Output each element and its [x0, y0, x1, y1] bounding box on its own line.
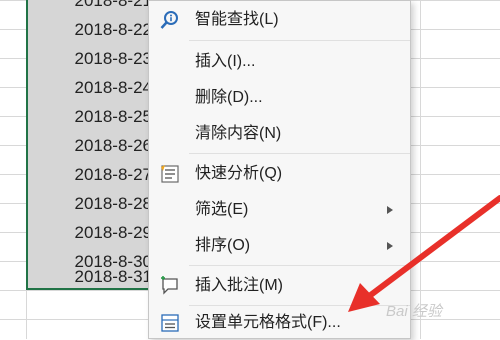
arrow-shaft: [365, 195, 500, 300]
watermark: Bai 经验: [386, 303, 442, 320]
red-annotation-arrow: [348, 195, 500, 312]
arrow-head: [348, 283, 380, 312]
